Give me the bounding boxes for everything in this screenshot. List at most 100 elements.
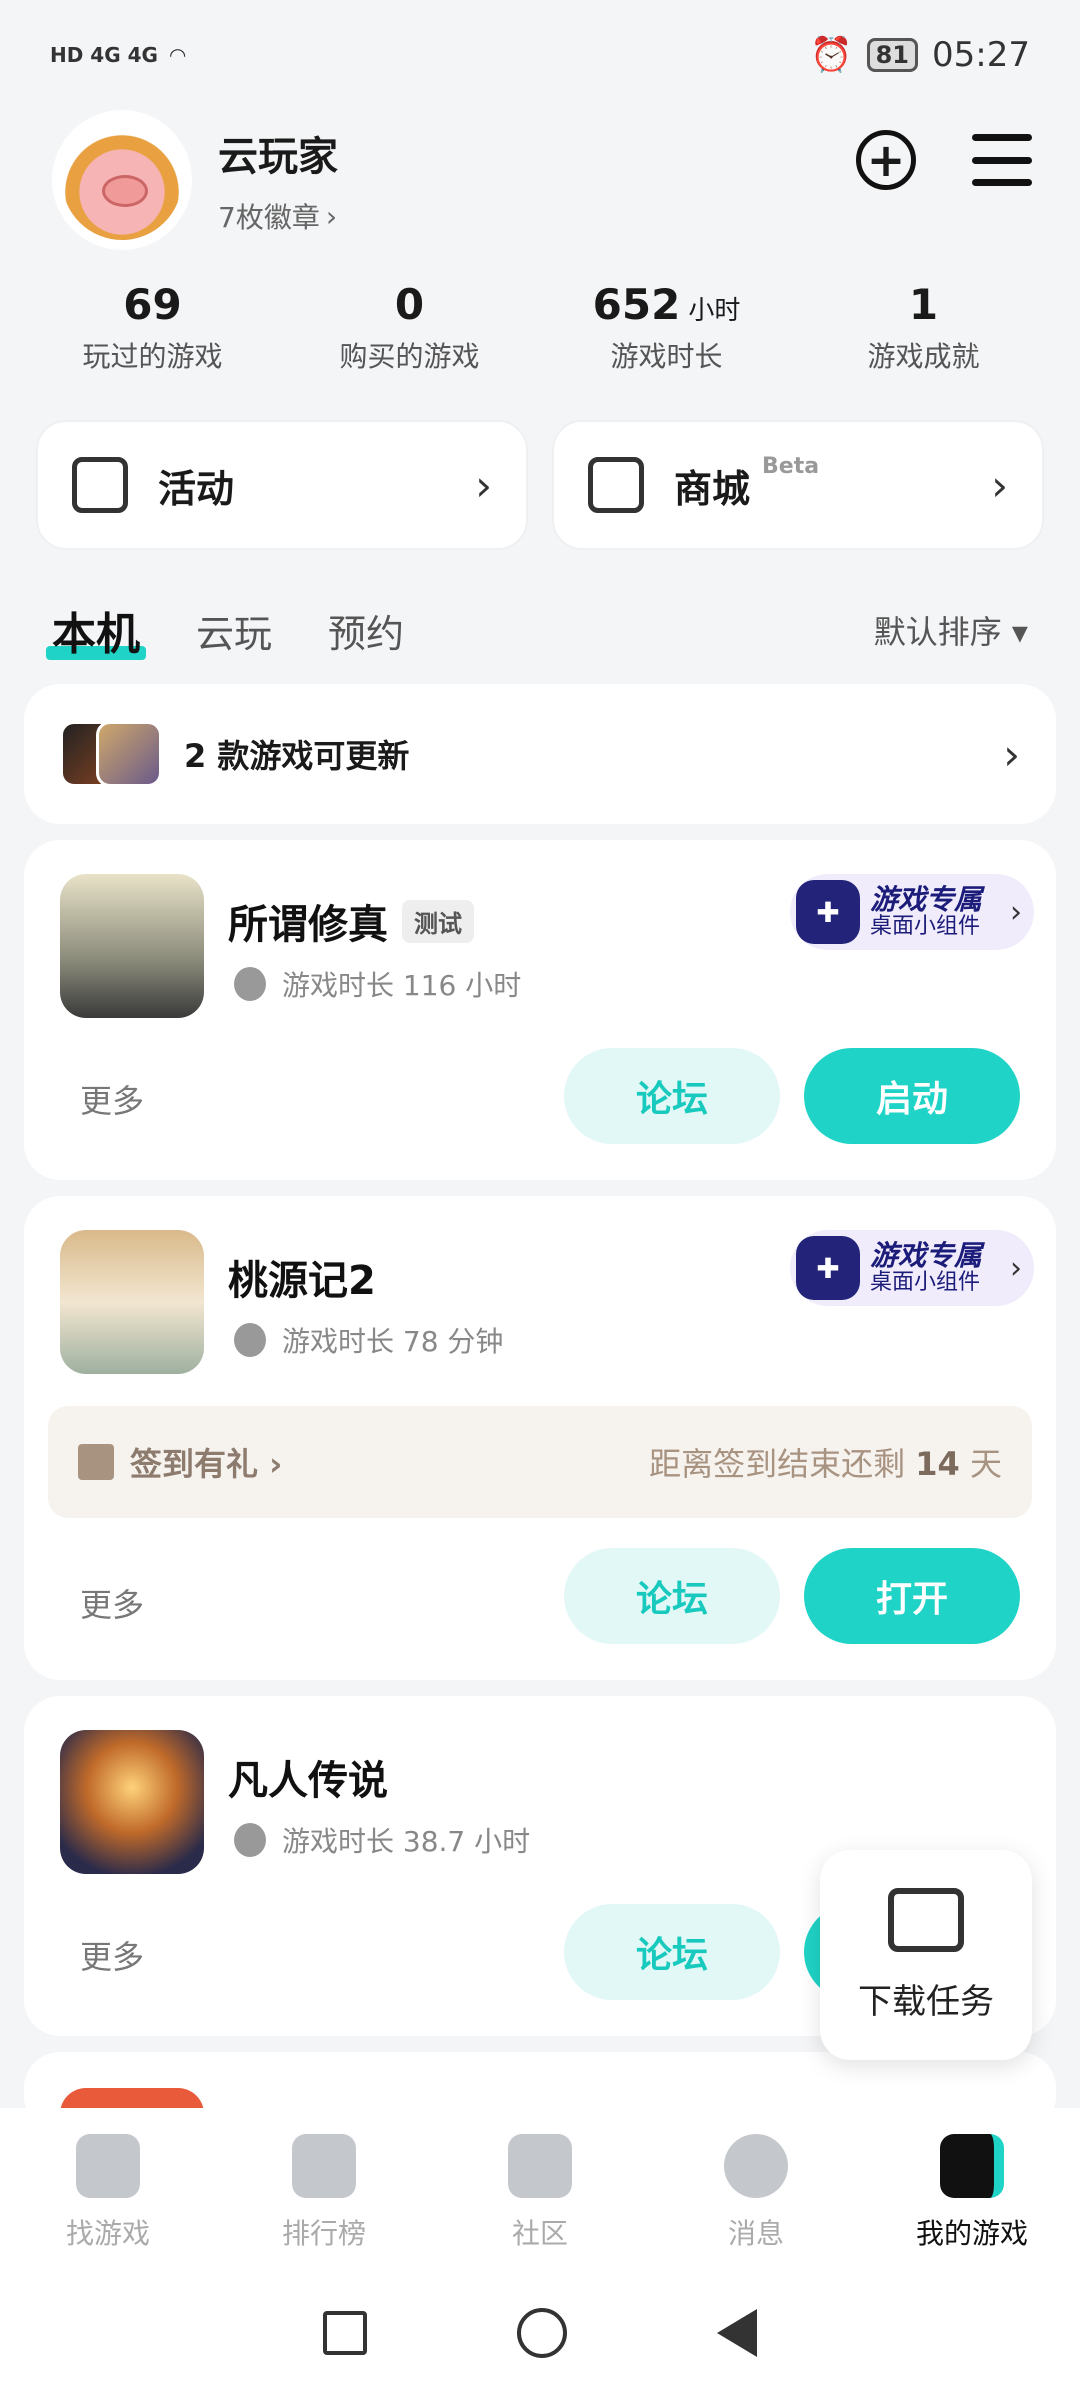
menu-button[interactable] bbox=[972, 134, 1032, 186]
alarm-icon: ⏰ bbox=[810, 35, 853, 75]
update-text: 2 款游戏可更新 bbox=[184, 737, 410, 775]
tab-cloud[interactable]: 云玩 bbox=[196, 603, 272, 658]
plus-icon: + bbox=[866, 133, 906, 187]
download-icon bbox=[888, 1887, 964, 1952]
timer-icon bbox=[234, 967, 266, 1001]
open-button[interactable]: 打开 bbox=[804, 1548, 1020, 1644]
nav-ranking[interactable]: 排行榜 bbox=[216, 2108, 432, 2278]
recents-icon[interactable] bbox=[323, 2311, 367, 2355]
signal-icon: HD 4G 4G bbox=[50, 43, 158, 67]
chevron-right-icon: › bbox=[1010, 894, 1022, 930]
game-name: 桃源记2 bbox=[228, 1258, 376, 1304]
checkin-remaining: 距离签到结束还剩 14 天 bbox=[649, 1445, 1002, 1483]
widget-title: 游戏专属 bbox=[870, 1238, 983, 1272]
widget-title: 游戏专属 bbox=[870, 882, 983, 916]
stat-value: 0 bbox=[394, 280, 425, 329]
chevron-right-icon: › bbox=[991, 460, 1008, 510]
gamepad-icon: ✚ bbox=[796, 880, 860, 944]
more-button[interactable]: 更多 bbox=[80, 1932, 144, 1978]
nav-my-games[interactable]: 我的游戏 bbox=[864, 2108, 1080, 2278]
download-tasks-label: 下载任务 bbox=[858, 1981, 994, 2022]
clock: 05:27 bbox=[932, 35, 1030, 75]
store-card[interactable]: 商城 Beta › bbox=[552, 420, 1044, 550]
game-name: 凡人传说 bbox=[228, 1758, 388, 1804]
gift-icon bbox=[78, 1444, 114, 1480]
checkin-label: 签到有礼 › bbox=[130, 1445, 283, 1483]
beta-badge: Beta bbox=[762, 454, 820, 479]
launch-button[interactable]: 启动 bbox=[804, 1048, 1020, 1144]
stat-value: 69 bbox=[123, 280, 182, 329]
playtime: 游戏时长 116 小时 bbox=[282, 969, 522, 1002]
stat-label: 游戏时长 bbox=[610, 340, 723, 373]
widget-subtitle: 桌面小组件 bbox=[870, 914, 981, 940]
download-tasks-button[interactable]: 下载任务 bbox=[820, 1850, 1032, 2060]
system-nav-bar bbox=[0, 2278, 1080, 2388]
pig-avatar-icon bbox=[62, 120, 182, 240]
store-label: 商城 bbox=[674, 466, 751, 511]
nav-label: 社区 bbox=[511, 2217, 568, 2250]
game-icon[interactable] bbox=[60, 1730, 204, 1874]
username[interactable]: 云玩家 bbox=[218, 124, 338, 182]
action-row: 活动 › 商城 Beta › bbox=[36, 420, 1044, 550]
playtime: 游戏时长 78 分钟 bbox=[282, 1325, 504, 1358]
chevron-right-icon: › bbox=[1003, 729, 1020, 779]
stat-purchased-games[interactable]: 0 购买的游戏 bbox=[281, 280, 538, 380]
find-games-icon bbox=[76, 2134, 140, 2198]
add-button[interactable]: + bbox=[856, 130, 916, 190]
widget-subtitle: 桌面小组件 bbox=[870, 1270, 981, 1296]
badges-label: 7枚徽章 bbox=[218, 201, 320, 234]
game-tabs: 本机 云玩 预约 默认排序 ▾ bbox=[46, 590, 1028, 670]
update-banner[interactable]: 2 款游戏可更新 › bbox=[24, 684, 1056, 824]
ranking-icon bbox=[292, 2134, 356, 2198]
game-icon[interactable] bbox=[60, 874, 204, 1018]
avatar[interactable] bbox=[52, 110, 192, 250]
badges-link[interactable]: 7枚徽章 › bbox=[218, 196, 338, 236]
profile-header: 云玩家 7枚徽章 › + bbox=[52, 110, 1032, 250]
battery-indicator: 81 bbox=[866, 38, 919, 72]
wifi-icon: ◠ bbox=[169, 43, 186, 67]
checkin-banner[interactable]: 签到有礼 › 距离签到结束还剩 14 天 bbox=[48, 1406, 1032, 1518]
stat-label: 玩过的游戏 bbox=[82, 340, 223, 373]
game-icon[interactable] bbox=[60, 1230, 204, 1374]
desktop-widget-button[interactable]: ✚ 游戏专属 桌面小组件 › bbox=[790, 1230, 1034, 1306]
nav-community[interactable]: 社区 bbox=[432, 2108, 648, 2278]
my-games-icon bbox=[940, 2134, 1004, 2198]
forum-button[interactable]: 论坛 bbox=[564, 1904, 780, 2000]
chevron-right-icon: › bbox=[325, 199, 338, 233]
timer-icon bbox=[234, 1823, 266, 1857]
timer-icon bbox=[234, 1323, 266, 1357]
nav-label: 排行榜 bbox=[281, 2217, 366, 2250]
stat-achievements[interactable]: 1 游戏成就 bbox=[795, 280, 1052, 380]
stat-value: 652 bbox=[592, 280, 681, 329]
forum-button[interactable]: 论坛 bbox=[564, 1548, 780, 1644]
stat-play-time[interactable]: 652 小时 游戏时长 bbox=[538, 280, 795, 380]
game-card[interactable]: 所谓修真 测试 游戏时长 116 小时 ✚ 游戏专属 桌面小组件 › 更多 论坛… bbox=[24, 840, 1056, 1180]
nav-label: 我的游戏 bbox=[915, 2217, 1028, 2250]
more-button[interactable]: 更多 bbox=[80, 1076, 144, 1122]
nav-messages[interactable]: 消息 bbox=[648, 2108, 864, 2278]
tab-reserve[interactable]: 预约 bbox=[328, 603, 404, 658]
home-icon[interactable] bbox=[517, 2308, 567, 2358]
back-icon[interactable] bbox=[717, 2309, 757, 2357]
activity-card[interactable]: 活动 › bbox=[36, 420, 528, 550]
messages-icon bbox=[724, 2134, 788, 2198]
more-button[interactable]: 更多 bbox=[80, 1580, 144, 1626]
stat-played-games[interactable]: 69 玩过的游戏 bbox=[24, 280, 281, 380]
forum-button[interactable]: 论坛 bbox=[564, 1048, 780, 1144]
nav-find-games[interactable]: 找游戏 bbox=[0, 2108, 216, 2278]
nav-label: 消息 bbox=[727, 2217, 784, 2250]
sort-dropdown[interactable]: 默认排序 ▾ bbox=[874, 607, 1028, 653]
chevron-right-icon: › bbox=[1010, 1250, 1022, 1286]
desktop-widget-button[interactable]: ✚ 游戏专属 桌面小组件 › bbox=[790, 874, 1034, 950]
signal-indicators: HD 4G 4G ◠ bbox=[50, 43, 185, 67]
chevron-right-icon: › bbox=[475, 460, 492, 510]
stat-unit: 小时 bbox=[688, 296, 741, 326]
stat-label: 购买的游戏 bbox=[339, 340, 480, 373]
bottom-nav: 找游戏 排行榜 社区 消息 我的游戏 bbox=[0, 2108, 1080, 2278]
store-icon bbox=[588, 457, 644, 513]
game-card[interactable]: 桃源记2 游戏时长 78 分钟 ✚ 游戏专属 桌面小组件 › 签到有礼 › 距离… bbox=[24, 1196, 1056, 1680]
activity-label: 活动 bbox=[158, 466, 235, 511]
playtime: 游戏时长 38.7 小时 bbox=[282, 1825, 531, 1858]
gift-icon bbox=[72, 457, 128, 513]
tab-local[interactable]: 本机 bbox=[46, 598, 146, 662]
